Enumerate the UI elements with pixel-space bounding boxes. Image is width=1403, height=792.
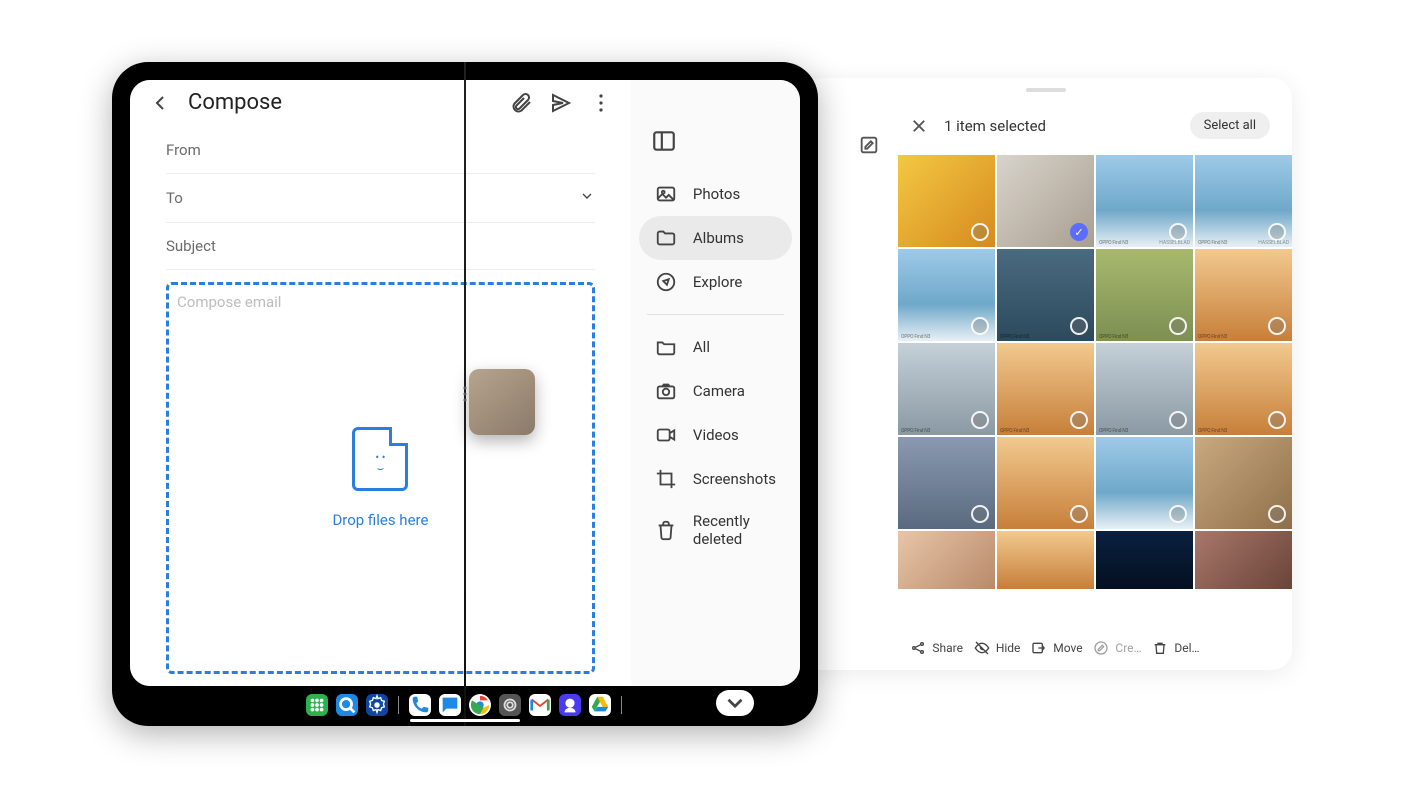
taskbar-drive-icon[interactable] bbox=[589, 694, 611, 716]
gmail-compose-pane: Compose From To bbox=[130, 80, 631, 686]
taskbar-gmail-icon[interactable] bbox=[529, 694, 551, 716]
photo-thumb[interactable] bbox=[997, 531, 1094, 589]
photo-thumb[interactable] bbox=[1195, 437, 1292, 529]
attach-icon[interactable] bbox=[509, 91, 533, 115]
photo-thumb[interactable] bbox=[898, 531, 995, 589]
photo-thumb[interactable] bbox=[1195, 531, 1292, 589]
sidebar-item-all[interactable]: All bbox=[631, 325, 800, 369]
sidebar-item-photos[interactable]: Photos bbox=[631, 172, 800, 216]
subject-label: Subject bbox=[166, 237, 216, 255]
taskbar-search-icon[interactable] bbox=[336, 694, 358, 716]
share-icon bbox=[910, 640, 926, 656]
edit-icon[interactable] bbox=[858, 134, 880, 156]
from-label: From bbox=[166, 141, 201, 159]
back-icon[interactable] bbox=[148, 91, 172, 115]
file-smile-icon: • •⌣ bbox=[352, 427, 408, 491]
taskbar-settings-icon[interactable] bbox=[366, 694, 388, 716]
taskbar-apps-icon[interactable] bbox=[306, 694, 328, 716]
panel-notch bbox=[1026, 88, 1066, 92]
sidebar-label: Recently deleted bbox=[693, 512, 776, 548]
delete-button[interactable]: Del… bbox=[1152, 640, 1199, 656]
select-all-button[interactable]: Select all bbox=[1190, 112, 1270, 139]
taskbar-separator bbox=[621, 696, 622, 714]
create-button[interactable]: Cre… bbox=[1093, 640, 1141, 656]
photo-thumb[interactable]: OPPO Find N3HASSELBLAD bbox=[1096, 155, 1193, 247]
foldable-device-frame: Compose From To bbox=[112, 62, 818, 726]
close-icon[interactable] bbox=[910, 117, 928, 135]
photo-thumb[interactable]: OPPO Find N3HASSELBLAD bbox=[1195, 155, 1292, 247]
photo-grid: OPPO Find N3HASSELBLAD OPPO Find N3HASSE… bbox=[800, 155, 1292, 630]
gallery-sidebar: Photos Albums Explore All Camera bbox=[631, 80, 800, 686]
photo-thumb[interactable]: OPPO Find N3 bbox=[997, 249, 1094, 341]
photo-thumb[interactable]: OPPO Find N3 bbox=[898, 249, 995, 341]
sidebar-label: Explore bbox=[693, 273, 743, 291]
camera-icon bbox=[655, 380, 677, 402]
photo-thumb[interactable] bbox=[898, 155, 995, 247]
taskbar-agent-icon[interactable] bbox=[559, 694, 581, 716]
crop-icon bbox=[655, 468, 677, 490]
move-icon bbox=[1031, 640, 1047, 656]
gallery-panel: 1 item selected Select all OPPO Find N3H… bbox=[800, 78, 1292, 670]
create-icon bbox=[1093, 640, 1109, 656]
trash-icon bbox=[1152, 640, 1168, 656]
sidebar-label: Albums bbox=[693, 229, 744, 247]
photo-thumb[interactable]: OPPO Find N3 bbox=[1195, 343, 1292, 435]
subject-field[interactable]: Subject bbox=[166, 223, 595, 270]
chevron-down-icon[interactable] bbox=[579, 188, 595, 208]
sidebar-label: Videos bbox=[693, 426, 739, 444]
compose-body-placeholder: Compose email bbox=[177, 293, 281, 311]
image-icon bbox=[655, 183, 677, 205]
gesture-bar[interactable] bbox=[410, 719, 520, 722]
move-button[interactable]: Move bbox=[1031, 640, 1082, 656]
to-field[interactable]: To bbox=[166, 174, 595, 223]
sidebar-label: Screenshots bbox=[693, 470, 776, 488]
hinge-dots bbox=[464, 387, 467, 402]
panel-toggle-icon[interactable] bbox=[651, 128, 677, 154]
sidebar-label: Camera bbox=[693, 382, 745, 400]
photo-thumb[interactable] bbox=[1096, 531, 1193, 589]
taskbar-messages-icon[interactable] bbox=[439, 694, 461, 716]
video-icon bbox=[655, 424, 677, 446]
taskbar-phone-icon[interactable] bbox=[409, 694, 431, 716]
photo-thumb[interactable]: OPPO Find N3 bbox=[997, 343, 1094, 435]
sidebar-item-videos[interactable]: Videos bbox=[631, 413, 800, 457]
compose-title: Compose bbox=[188, 90, 493, 115]
hide-icon bbox=[974, 640, 990, 656]
sidebar-item-explore[interactable]: Explore bbox=[631, 260, 800, 304]
taskbar-separator bbox=[398, 696, 399, 714]
share-button[interactable]: Share bbox=[910, 640, 963, 656]
photo-thumb[interactable]: OPPO Find N3 bbox=[1195, 249, 1292, 341]
send-icon[interactable] bbox=[549, 91, 573, 115]
photo-thumb[interactable]: OPPO Find N3 bbox=[1096, 249, 1193, 341]
photo-thumb[interactable] bbox=[1096, 437, 1193, 529]
to-label: To bbox=[166, 189, 183, 207]
taskbar bbox=[306, 694, 624, 716]
sidebar-item-recently-deleted[interactable]: Recently deleted bbox=[631, 501, 800, 559]
folder-icon bbox=[655, 227, 677, 249]
drop-label: Drop files here bbox=[332, 511, 428, 529]
photo-thumb[interactable] bbox=[898, 437, 995, 529]
selection-count: 1 item selected bbox=[944, 117, 1174, 135]
more-icon[interactable] bbox=[589, 91, 613, 115]
photo-thumb[interactable]: OPPO Find N3 bbox=[898, 343, 995, 435]
dragged-photo-thumbnail[interactable] bbox=[469, 369, 535, 435]
compass-icon bbox=[655, 271, 677, 293]
photo-thumb[interactable]: OPPO Find N3 bbox=[1096, 343, 1193, 435]
sidebar-label: All bbox=[693, 338, 710, 356]
sidebar-label: Photos bbox=[693, 185, 740, 203]
gallery-action-bar: Share Hide Move Cre… Del… bbox=[800, 630, 1292, 670]
taskbar-chrome-icon[interactable] bbox=[469, 694, 491, 716]
trash-icon bbox=[655, 519, 677, 541]
taskbar-collapse-icon[interactable] bbox=[716, 690, 754, 716]
from-field[interactable]: From bbox=[166, 127, 595, 174]
photo-thumb-selected[interactable] bbox=[997, 155, 1094, 247]
hide-button[interactable]: Hide bbox=[974, 640, 1021, 656]
sidebar-item-albums[interactable]: Albums bbox=[639, 216, 792, 260]
sidebar-item-camera[interactable]: Camera bbox=[631, 369, 800, 413]
sidebar-item-screenshots[interactable]: Screenshots bbox=[631, 457, 800, 501]
drop-zone[interactable]: Compose email • •⌣ Drop files here bbox=[166, 282, 595, 674]
photo-thumb[interactable] bbox=[997, 437, 1094, 529]
folder-open-icon bbox=[655, 336, 677, 358]
taskbar-camera-icon[interactable] bbox=[499, 694, 521, 716]
